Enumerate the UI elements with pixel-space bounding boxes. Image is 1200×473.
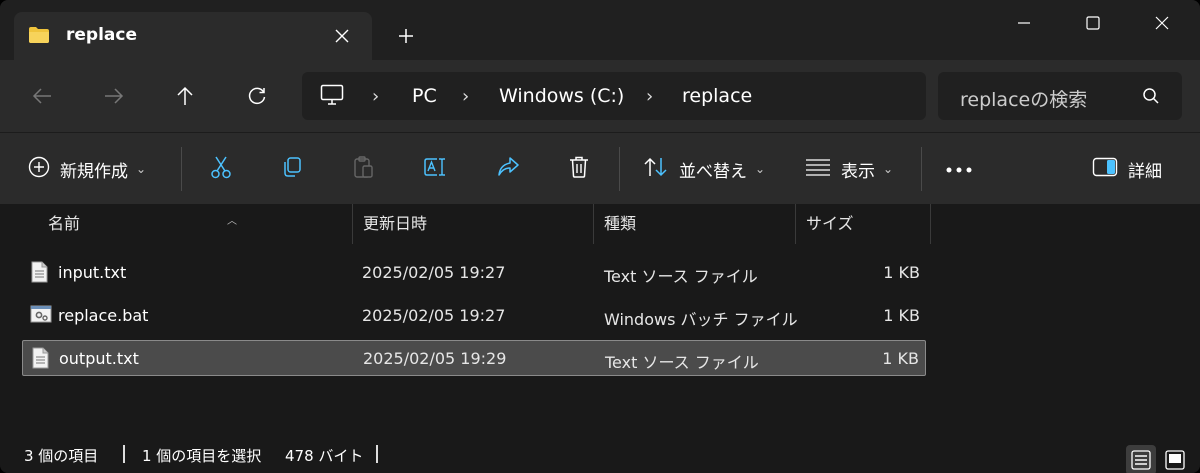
delete-button[interactable] (568, 153, 590, 185)
status-bar: 3 個の項目 1 個の項目を選択 478 バイト (0, 435, 1200, 473)
rename-icon (423, 155, 447, 184)
selection-count: 1 個の項目を選択 (142, 447, 262, 465)
column-header-size-label: サイズ (806, 214, 854, 233)
text-file-icon (30, 261, 48, 287)
chevron-right-icon: › (646, 86, 654, 107)
file-size: 1 KB (882, 349, 919, 368)
back-icon[interactable] (24, 78, 60, 114)
file-row-output[interactable]: output.txt 2025/02/05 19:29 Text ソース ファイ… (22, 340, 926, 376)
up-icon[interactable] (167, 78, 203, 114)
folder-icon (28, 26, 50, 48)
divider (123, 445, 125, 463)
copy-icon (281, 156, 303, 183)
file-size: 1 KB (883, 306, 920, 325)
view-button-label: 表示 (841, 161, 875, 182)
file-name: output.txt (59, 349, 139, 368)
chevron-right-icon: › (372, 86, 380, 107)
chevron-down-icon: ⌄ (755, 162, 766, 176)
column-header-name[interactable]: 名前 ︿ (38, 204, 353, 244)
trash-icon (568, 155, 590, 184)
file-modified: 2025/02/05 19:29 (363, 349, 507, 368)
more-options-button[interactable] (945, 153, 973, 185)
scissors-icon (210, 155, 232, 184)
details-pane-icon (1092, 157, 1118, 182)
cut-button[interactable] (210, 153, 232, 185)
new-button[interactable]: 新規作成 ⌄ (28, 153, 146, 185)
item-count: 3 個の項目 (24, 447, 99, 465)
batch-file-icon (30, 304, 52, 328)
column-header-modified-label: 更新日時 (363, 214, 428, 233)
selection-size: 478 バイト (285, 447, 364, 465)
maximize-icon[interactable] (1070, 8, 1116, 38)
computer-icon (320, 84, 344, 110)
close-tab-icon[interactable] (328, 22, 356, 50)
file-type: Windows バッチ ファイル (604, 310, 798, 329)
share-icon (496, 156, 520, 183)
search-input[interactable]: replaceの検索 (960, 85, 1087, 112)
divider (619, 147, 620, 191)
sort-up-icon: ︿ (227, 216, 237, 227)
divider (921, 147, 922, 191)
rename-button[interactable] (423, 153, 447, 185)
breadcrumb-folder[interactable]: replace (682, 85, 752, 107)
text-file-icon (31, 347, 49, 373)
sort-icon (643, 156, 669, 183)
file-type: Text ソース ファイル (604, 267, 758, 286)
sort-button[interactable]: 並べ替え ⌄ (643, 153, 765, 185)
column-header-size[interactable]: サイズ (796, 204, 931, 244)
tiles-view-icon[interactable] (1160, 445, 1190, 473)
divider (376, 445, 378, 463)
file-row-replace-bat[interactable]: replace.bat 2025/02/05 19:27 Windows バッチ… (22, 298, 926, 334)
file-name: replace.bat (58, 306, 149, 325)
navigation-bar: › PC › Windows (C:) › replace replaceの検索 (0, 60, 1200, 132)
new-button-label: 新規作成 (60, 161, 128, 182)
breadcrumb-drive[interactable]: Windows (C:) (499, 85, 624, 107)
share-button[interactable] (496, 153, 520, 185)
tab-replace[interactable]: replace (14, 12, 372, 60)
column-header-modified[interactable]: 更新日時 (353, 204, 594, 244)
command-bar: 新規作成 ⌄ 並べ替え ⌄ 表示 ⌄ 詳細 (0, 132, 1200, 204)
details-pane-button[interactable]: 詳細 (1092, 153, 1162, 185)
view-button[interactable]: 表示 ⌄ (805, 153, 893, 185)
search-box[interactable]: replaceの検索 (938, 72, 1182, 120)
file-name: input.txt (58, 263, 127, 282)
file-modified: 2025/02/05 19:27 (362, 263, 506, 282)
chevron-right-icon: › (462, 86, 470, 107)
search-icon (1142, 87, 1160, 109)
file-explorer-window: replace › PC › Windows (C:) › replace re… (0, 0, 1200, 473)
column-header-type-label: 種類 (604, 214, 637, 233)
new-tab-icon[interactable] (392, 22, 420, 50)
file-list: 名前 ︿ 更新日時 種類 サイズ input.txt 2025/02/05 19… (0, 204, 1200, 435)
divider (181, 147, 182, 191)
details-view-icon[interactable] (1126, 445, 1156, 473)
view-list-icon (805, 158, 831, 181)
plus-circle-icon (28, 156, 50, 183)
breadcrumb-pc[interactable]: PC (412, 85, 437, 107)
details-pane-label: 詳細 (1128, 161, 1162, 182)
file-type: Text ソース ファイル (605, 353, 759, 372)
column-header-type[interactable]: 種類 (594, 204, 796, 244)
title-bar: replace (0, 0, 1200, 60)
more-icon (945, 159, 973, 179)
refresh-icon[interactable] (239, 78, 275, 114)
copy-button[interactable] (281, 153, 303, 185)
column-header-name-label: 名前 (48, 214, 81, 233)
paste-icon (352, 155, 374, 184)
forward-icon[interactable] (96, 78, 132, 114)
close-window-icon[interactable] (1139, 8, 1185, 38)
address-bar[interactable]: › PC › Windows (C:) › replace (302, 72, 926, 120)
file-modified: 2025/02/05 19:27 (362, 306, 506, 325)
tab-title: replace (66, 25, 137, 45)
chevron-down-icon: ⌄ (136, 162, 147, 176)
paste-button[interactable] (352, 153, 374, 185)
minimize-icon[interactable] (1001, 8, 1047, 38)
chevron-down-icon: ⌄ (883, 162, 894, 176)
file-row-input[interactable]: input.txt 2025/02/05 19:27 Text ソース ファイル… (22, 255, 926, 291)
sort-button-label: 並べ替え (679, 161, 747, 182)
file-size: 1 KB (883, 263, 920, 282)
